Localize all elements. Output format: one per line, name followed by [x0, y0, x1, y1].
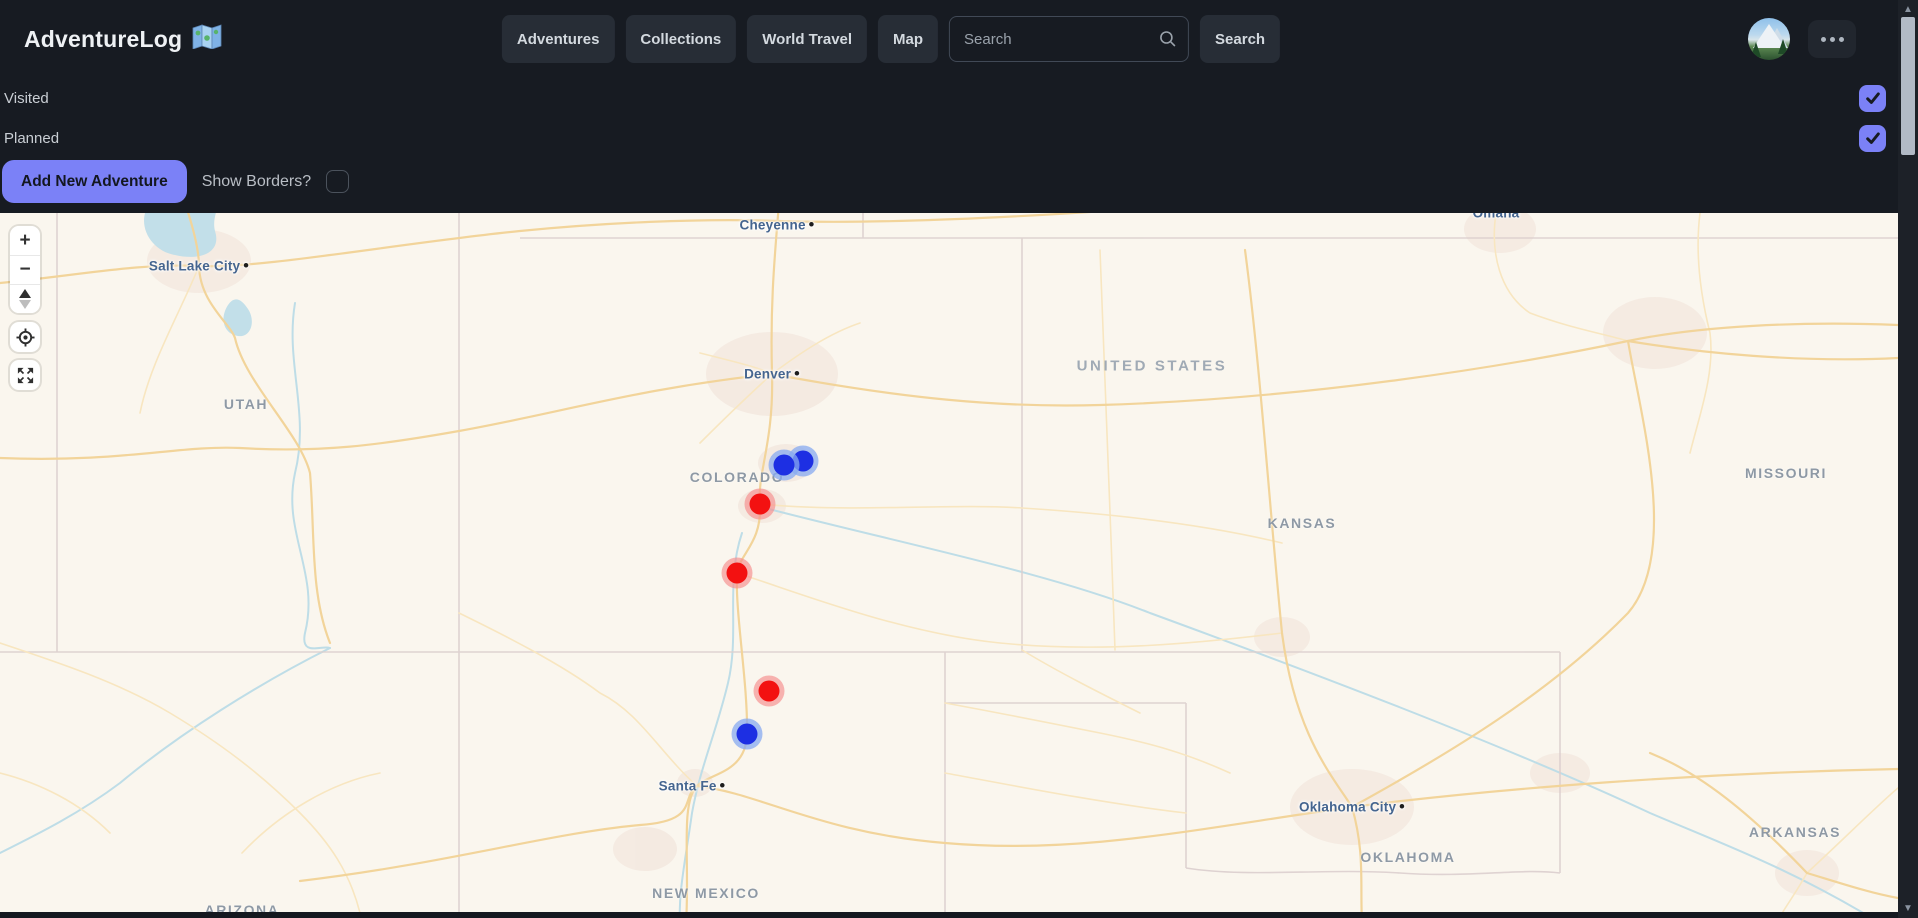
map-state-label-missouri: MISSOURI: [1745, 465, 1827, 481]
visited-checkbox[interactable]: [1859, 85, 1886, 112]
nav-right: [1748, 18, 1884, 60]
pitch-toggle-icon: [19, 289, 31, 309]
city-dot-icon: •: [720, 781, 726, 791]
fullscreen-button[interactable]: [10, 360, 40, 390]
map-city-label-salt-lake-city: Salt Lake City•: [149, 259, 249, 274]
map-city-label-omaha: Omaha: [1473, 213, 1520, 221]
app-header: AdventureLog AdventuresCollectionsWorld …: [0, 0, 1898, 213]
map-city-label-cheyenne: Cheyenne•: [740, 218, 815, 233]
zoom-out-button[interactable]: −: [10, 255, 40, 284]
map-country-label: UNITED STATES: [1077, 358, 1228, 375]
map-state-label-arkansas: ARKANSAS: [1749, 824, 1841, 840]
show-borders-label: Show Borders?: [202, 173, 311, 191]
world-map-icon: [192, 24, 222, 54]
map-state-label-utah: UTAH: [224, 396, 268, 412]
map-state-label-kansas: KANSAS: [1268, 515, 1337, 531]
visited-filter-row: Visited: [0, 78, 1898, 118]
nav-menu: AdventuresCollectionsWorld TravelMap Sea…: [502, 15, 1280, 63]
scroll-up-icon[interactable]: ▲: [1898, 4, 1918, 15]
ellipsis-icon: [1821, 37, 1826, 42]
map-state-label-oklahoma: OKLAHOMA: [1360, 849, 1455, 865]
map-state-label-new-mexico: NEW MEXICO: [652, 885, 760, 901]
search-input[interactable]: [949, 16, 1189, 62]
adventure-marker-visited[interactable]: [727, 563, 748, 584]
navbar: AdventureLog AdventuresCollectionsWorld …: [0, 0, 1898, 78]
adventure-marker-visited[interactable]: [750, 494, 771, 515]
search-wrap: [949, 16, 1189, 62]
map-city-label-oklahoma-city: Oklahoma City•: [1299, 800, 1405, 815]
map-zoom-controls: + −: [10, 226, 40, 313]
geolocate-icon: [16, 328, 35, 347]
map-action-row: Add New Adventure Show Borders?: [0, 158, 1898, 213]
map-city-label-denver: Denver•: [744, 367, 800, 382]
adventure-marker-planned[interactable]: [774, 455, 795, 476]
nav-item-world-travel[interactable]: World Travel: [747, 15, 867, 63]
more-options-button[interactable]: [1808, 20, 1856, 58]
nav-item-map[interactable]: Map: [878, 15, 938, 63]
nav-item-adventures[interactable]: Adventures: [502, 15, 615, 63]
check-icon: [1864, 129, 1882, 147]
zoom-in-button[interactable]: +: [10, 226, 40, 255]
adventure-marker-planned[interactable]: [737, 724, 758, 745]
city-dot-icon: •: [809, 220, 815, 230]
planned-label: Planned: [4, 130, 59, 147]
geolocate-button[interactable]: [10, 322, 40, 352]
nav-item-collections[interactable]: Collections: [625, 15, 736, 63]
map-state-label-arizona: ARIZONA: [205, 902, 280, 912]
add-new-adventure-button[interactable]: Add New Adventure: [2, 160, 187, 203]
scrollbar-thumb[interactable]: [1901, 17, 1915, 155]
adventure-marker-visited[interactable]: [759, 681, 780, 702]
app-title: AdventureLog: [24, 26, 182, 53]
compass-pitch-button[interactable]: [10, 284, 40, 313]
scroll-down-icon[interactable]: ▼: [1898, 903, 1918, 914]
check-icon: [1864, 89, 1882, 107]
map-city-label-santa-fe: Santa Fe•: [659, 779, 726, 794]
planned-checkbox[interactable]: [1859, 125, 1886, 152]
search-icon: [1159, 30, 1177, 53]
city-dot-icon: •: [794, 369, 800, 379]
user-avatar[interactable]: [1748, 18, 1790, 60]
search-button[interactable]: Search: [1200, 15, 1280, 63]
show-borders-checkbox[interactable]: [326, 170, 349, 193]
city-dot-icon: •: [1399, 802, 1405, 812]
fullscreen-icon: [16, 366, 35, 385]
city-dot-icon: •: [243, 261, 249, 271]
map-base-layer: [0, 213, 1898, 912]
page-scrollbar: ▲ ▼: [1898, 0, 1918, 918]
visited-label: Visited: [4, 90, 49, 107]
app-logo[interactable]: AdventureLog: [24, 24, 222, 54]
adventure-marker-planned[interactable]: [793, 451, 814, 472]
map-state-label-colorado: COLORADO: [690, 469, 784, 485]
planned-filter-row: Planned: [0, 118, 1898, 158]
map-canvas[interactable]: Cheyenne• Omaha Salt Lake City• Denver• Sant…: [0, 213, 1898, 912]
